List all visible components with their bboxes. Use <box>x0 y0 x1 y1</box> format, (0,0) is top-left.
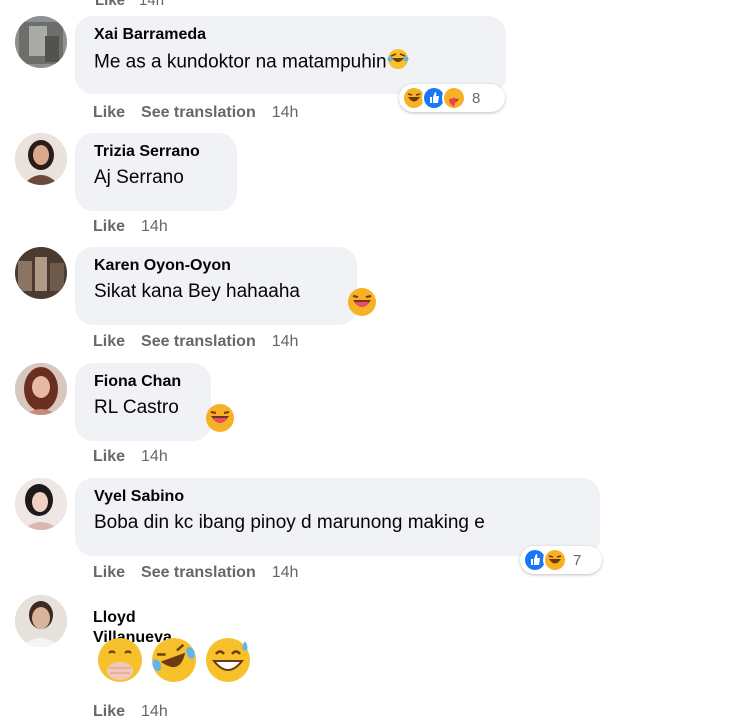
comment-bubble: Xai Barrameda Me as a kundoktor na matam… <box>75 16 506 94</box>
comment-author[interactable]: Trizia Serrano <box>94 142 220 162</box>
avatar[interactable] <box>15 478 67 530</box>
see-translation-link[interactable]: See translation <box>141 333 256 350</box>
see-translation-link[interactable]: See translation <box>141 564 256 581</box>
avatar[interactable] <box>15 247 67 299</box>
comment-bubble: Trizia Serrano Aj Serrano <box>75 133 237 211</box>
hand-over-mouth-icon <box>95 635 145 690</box>
emoji-comment <box>95 635 253 690</box>
comment-author[interactable]: Fiona Chan <box>94 372 194 392</box>
like-button[interactable]: Like <box>93 218 125 235</box>
comment-actions: Like 14h <box>93 218 184 236</box>
rolling-laughing-icon <box>149 635 199 690</box>
previous-comment-actions: Like 14h <box>95 0 164 9</box>
timestamp[interactable]: 14h <box>272 333 299 350</box>
avatar[interactable] <box>15 363 67 415</box>
comment-text: RL Castro <box>94 397 179 418</box>
haha-icon <box>205 403 235 438</box>
see-translation-link[interactable]: See translation <box>141 104 256 121</box>
timestamp[interactable]: 14h <box>272 564 299 581</box>
like-button[interactable]: Like <box>93 104 125 121</box>
timestamp[interactable]: 14h <box>272 104 299 121</box>
laughing-tears-icon <box>387 48 409 77</box>
reaction-summary[interactable]: 8 <box>399 84 505 112</box>
reaction-count: 8 <box>472 89 481 107</box>
avatar[interactable] <box>15 16 67 68</box>
reaction-count: 7 <box>573 551 582 569</box>
avatar[interactable] <box>15 133 67 185</box>
like-button[interactable]: Like <box>93 448 125 465</box>
timestamp: 14h <box>139 0 165 9</box>
comment-actions: Like 14h <box>93 448 184 466</box>
comment-bubble: Karen Oyon-Oyon Sikat kana Bey hahaaha <box>75 247 357 325</box>
comment-author[interactable]: Vyel Sabino <box>94 487 583 507</box>
comment-author[interactable]: Xai Barrameda <box>94 25 489 45</box>
timestamp[interactable]: 14h <box>141 448 168 465</box>
like-button[interactable]: Like <box>93 703 125 720</box>
avatar[interactable] <box>15 595 67 647</box>
like-button[interactable]: Like <box>93 564 125 581</box>
comment-bubble: Vyel Sabino Boba din kc ibang pinoy d ma… <box>75 478 600 556</box>
comment-actions: Like See translation 14h <box>93 564 314 582</box>
comment-bubble: Fiona Chan RL Castro <box>75 363 211 441</box>
comment-text: Me as a kundoktor na matampuhin <box>94 48 489 77</box>
haha-icon <box>347 287 377 322</box>
comment-text: Boba din kc ibang pinoy d marunong makin… <box>94 512 485 533</box>
haha-reaction-icon <box>543 548 567 572</box>
comment-actions: Like See translation 14h <box>93 333 314 351</box>
comment-actions: Like See translation 14h <box>93 104 314 122</box>
like-button[interactable]: Like <box>95 0 125 9</box>
comment-text: Sikat kana Bey hahaaha <box>94 281 300 302</box>
timestamp[interactable]: 14h <box>141 218 168 235</box>
grinning-sweat-icon <box>203 635 253 690</box>
timestamp[interactable]: 14h <box>141 703 168 720</box>
like-button[interactable]: Like <box>93 333 125 350</box>
comment-text: Aj Serrano <box>94 167 184 188</box>
reaction-summary[interactable]: 7 <box>520 546 602 574</box>
comment-author[interactable]: Karen Oyon-Oyon <box>94 256 340 276</box>
comment-actions: Like 14h <box>93 703 184 721</box>
care-reaction-icon <box>442 86 466 110</box>
